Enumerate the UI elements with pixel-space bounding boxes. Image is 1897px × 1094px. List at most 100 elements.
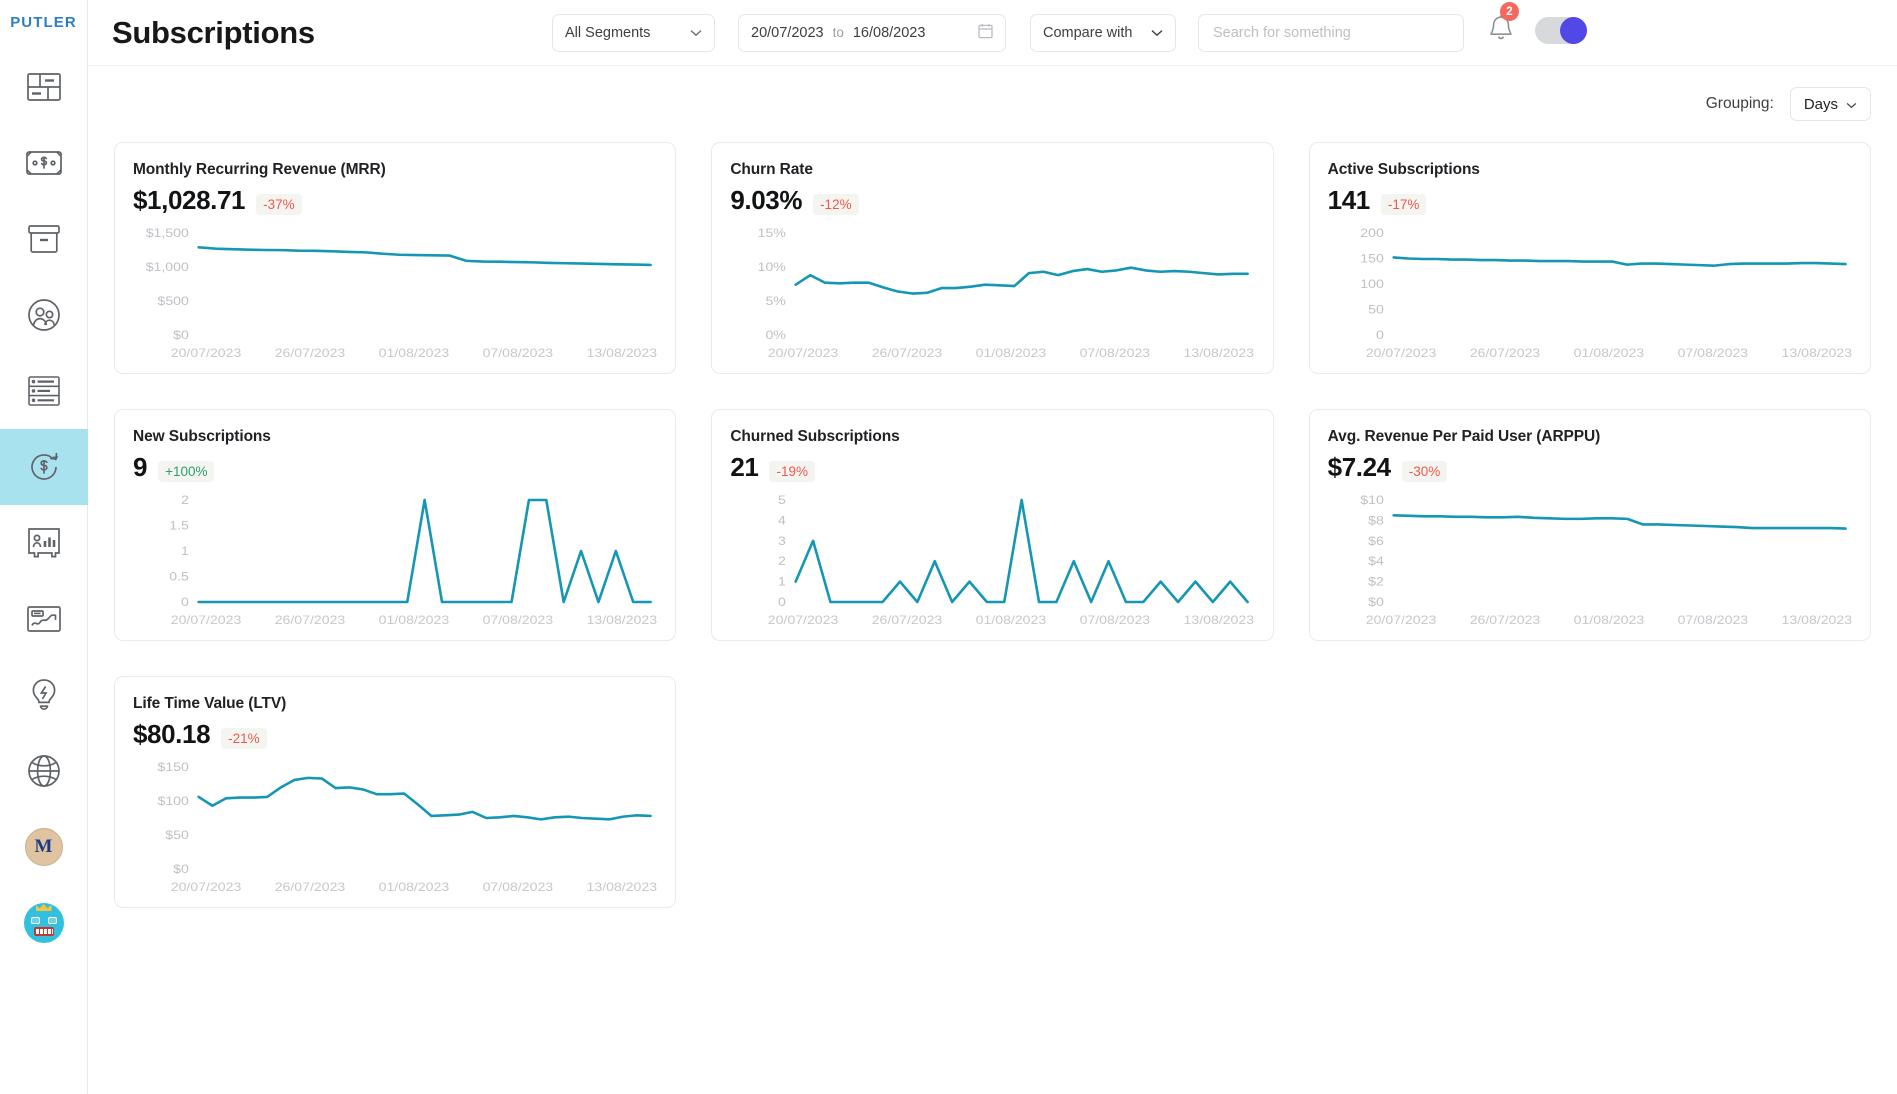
- svg-text:26/07/2023: 26/07/2023: [872, 346, 943, 359]
- metric-sparkline-chart: 0 0.5 1 1.5 2 20/07/2023 26/07/2023 01/08/2023 0…: [125, 492, 665, 632]
- svg-text:0: 0: [181, 595, 189, 608]
- svg-text:50: 50: [1368, 303, 1384, 316]
- metric-sparkline-chart: 0 50 100 150 200 20/07/2023 26/07/2023 01/08/20…: [1320, 225, 1860, 365]
- svg-text:$50: $50: [165, 828, 189, 841]
- metric-cards-grid: Monthly Recurring Revenue (MRR) $1,028.71…: [88, 142, 1897, 908]
- chevron-down-icon: [678, 26, 702, 40]
- svg-text:07/08/2023: 07/08/2023: [483, 613, 554, 626]
- svg-text:07/08/2023: 07/08/2023: [1677, 346, 1748, 359]
- svg-text:13/08/2023: 13/08/2023: [587, 880, 658, 893]
- chevron-down-icon: [1139, 26, 1163, 40]
- svg-text:2: 2: [181, 493, 189, 506]
- segment-select[interactable]: All Segments: [552, 13, 715, 52]
- metric-delta-badge: -17%: [1380, 194, 1427, 215]
- svg-text:10%: 10%: [758, 260, 786, 273]
- metric-sparkline-chart: $0 $50 $100 $150 20/07/2023 26/07/2023 01/08/2…: [125, 759, 665, 899]
- mode-toggle[interactable]: [1535, 17, 1587, 44]
- svg-text:200: 200: [1360, 226, 1384, 239]
- date-to: 16/08/2023: [852, 24, 926, 41]
- metric-sparkline-chart: $0 $500 $1,000 $1,500 20/07/2023 26/07/2023 01…: [125, 225, 665, 365]
- sidebar-item-sales[interactable]: [0, 125, 88, 201]
- metric-value: 9: [133, 452, 148, 482]
- metric-value: $80.18: [133, 719, 211, 749]
- metric-delta-badge: -21%: [221, 728, 267, 749]
- svg-text:$8: $8: [1368, 514, 1384, 527]
- dollar-refresh-icon: [27, 450, 61, 484]
- svg-text:13/08/2023: 13/08/2023: [587, 613, 658, 626]
- metric-value-row: $7.24 -30%: [1328, 452, 1852, 483]
- sidebar-item-customers[interactable]: [0, 277, 88, 353]
- svg-text:0.5: 0.5: [169, 570, 189, 583]
- trend-chart-icon: [26, 606, 61, 632]
- svg-text:$1,000: $1,000: [146, 260, 189, 273]
- search-input[interactable]: [1213, 24, 1449, 41]
- grouping-select[interactable]: Days: [1789, 87, 1871, 121]
- metric-value: $1,028.71: [133, 185, 246, 215]
- svg-text:$1,500: $1,500: [146, 226, 189, 239]
- metric-delta-badge: -19%: [769, 461, 815, 482]
- svg-text:20/07/2023: 20/07/2023: [768, 613, 839, 626]
- brand-logo[interactable]: PUTLER: [10, 14, 77, 31]
- sidebar-item-audience[interactable]: [0, 505, 88, 581]
- globe-icon: [27, 755, 60, 787]
- metric-card[interactable]: Monthly Recurring Revenue (MRR) $1,028.71…: [114, 142, 677, 374]
- calendar-icon: [978, 23, 993, 43]
- sidebar-item-web-analytics[interactable]: [0, 733, 88, 809]
- bell-icon: [1488, 15, 1514, 48]
- grouping-select-value: Days: [1803, 95, 1838, 113]
- svg-text:$100: $100: [157, 794, 188, 807]
- svg-text:1: 1: [181, 544, 189, 557]
- metric-value-row: 9.03% -12%: [730, 185, 1254, 216]
- svg-text:$0: $0: [173, 862, 189, 875]
- main-content: Subscriptions All Segments 20/07/2023 to…: [88, 0, 1897, 1094]
- svg-text:26/07/2023: 26/07/2023: [275, 880, 346, 893]
- metric-card-title: Active Subscriptions: [1327, 161, 1480, 178]
- svg-text:01/08/2023: 01/08/2023: [976, 613, 1047, 626]
- svg-text:$150: $150: [157, 760, 188, 773]
- metric-delta-badge: -30%: [1401, 461, 1448, 482]
- notifications-button[interactable]: 2: [1488, 2, 1519, 49]
- date-range-picker[interactable]: 20/07/2023 to 16/08/2023: [738, 13, 1006, 52]
- svg-text:0%: 0%: [766, 328, 786, 341]
- metric-value-row: 9 +100%: [133, 452, 657, 483]
- sidebar-item-insights[interactable]: [0, 581, 88, 657]
- metric-card-title: New Subscriptions: [133, 428, 271, 445]
- svg-text:1: 1: [778, 575, 786, 588]
- svg-text:150: 150: [1360, 252, 1384, 265]
- sidebar-item-subscriptions[interactable]: [0, 429, 88, 505]
- sidebar-item-products[interactable]: [0, 201, 88, 277]
- metric-card[interactable]: Churn Rate 9.03% -12% 0% 5% 10% 15% 20/07/2023 2…: [711, 142, 1274, 374]
- metric-value: 141: [1327, 185, 1371, 215]
- sidebar-item-dashboard[interactable]: [0, 49, 88, 125]
- svg-text:$500: $500: [157, 294, 188, 307]
- notification-badge: 2: [1500, 2, 1519, 21]
- svg-text:100: 100: [1360, 277, 1384, 290]
- metric-card-title: Avg. Revenue Per Paid User (ARPPU): [1327, 428, 1601, 445]
- search-box[interactable]: [1198, 13, 1464, 52]
- sidebar-item-transactions[interactable]: [0, 353, 88, 429]
- compare-with-select[interactable]: Compare with: [1030, 13, 1176, 52]
- metric-card[interactable]: Active Subscriptions 141 -17% 0 50 100 150 200 2…: [1308, 142, 1871, 374]
- metric-card[interactable]: Churned Subscriptions 21 -19% 0 1 2 3 4 5 20/07/2…: [711, 409, 1274, 641]
- date-from: 20/07/2023: [751, 24, 824, 41]
- svg-text:0: 0: [1376, 328, 1384, 341]
- sidebar-item-account[interactable]: M: [0, 809, 88, 885]
- account-avatar: M: [24, 828, 63, 866]
- svg-text:26/07/2023: 26/07/2023: [872, 613, 943, 626]
- sidebar-item-ideas[interactable]: [0, 657, 88, 733]
- top-bar: Subscriptions All Segments 20/07/2023 to…: [88, 0, 1897, 66]
- metric-card[interactable]: Life Time Value (LTV) $80.18 -21% $0 $50 $100…: [114, 676, 677, 908]
- svg-text:20/07/2023: 20/07/2023: [1365, 613, 1436, 626]
- metric-card-title: Life Time Value (LTV): [133, 695, 287, 712]
- svg-text:3: 3: [778, 534, 786, 547]
- metric-card[interactable]: Avg. Revenue Per Paid User (ARPPU) $7.24-…: [1308, 409, 1871, 641]
- people-icon: [27, 299, 60, 331]
- metric-card[interactable]: New Subscriptions 9 +100% 0 0.5 1 1.5 2 20/07/20…: [114, 409, 677, 641]
- sidebar-item-support-bot[interactable]: [0, 885, 88, 961]
- robot-avatar-icon: [23, 903, 64, 943]
- metric-card-title: Monthly Recurring Revenue (MRR): [133, 161, 386, 178]
- svg-text:4: 4: [778, 514, 786, 527]
- svg-text:07/08/2023: 07/08/2023: [483, 880, 554, 893]
- money-bill-icon: [25, 151, 62, 175]
- svg-text:$4: $4: [1368, 554, 1384, 567]
